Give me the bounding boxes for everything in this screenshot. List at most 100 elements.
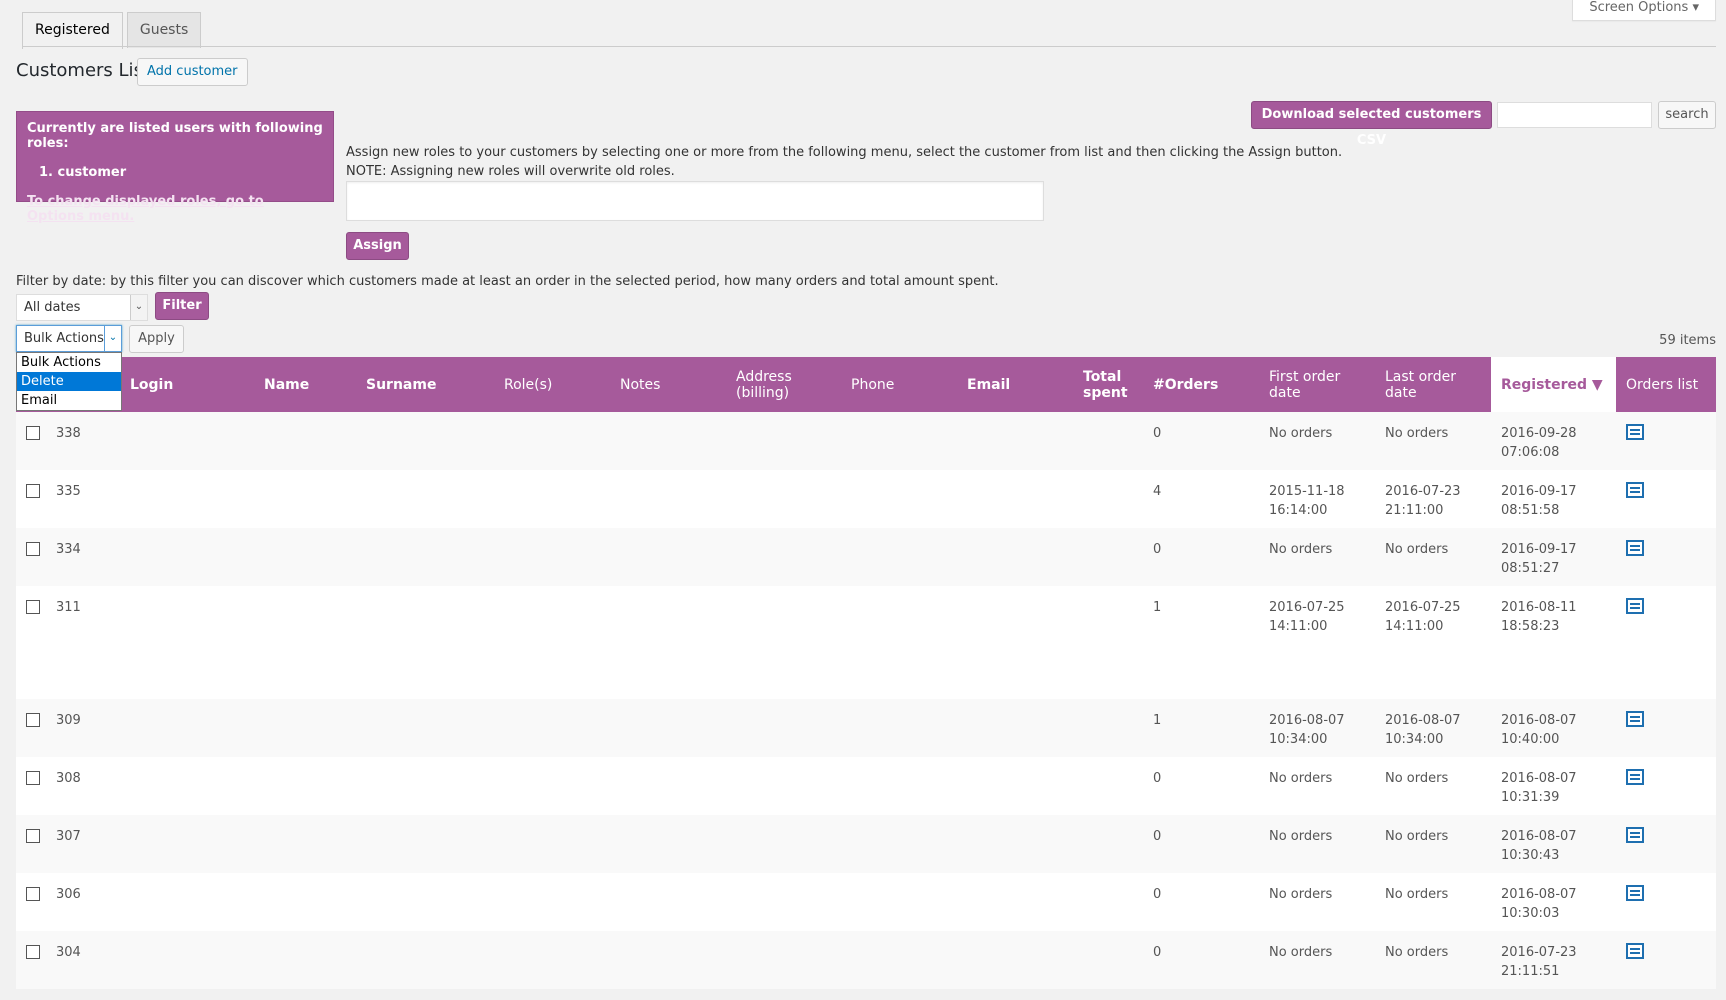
row-select: 335 xyxy=(26,484,81,502)
roles-multiselect[interactable] xyxy=(346,181,1044,221)
first-order-cell: No orders xyxy=(1259,412,1375,470)
last-order-date: No orders xyxy=(1385,542,1449,557)
column-header-email[interactable]: Email xyxy=(957,357,1073,412)
row-id: 334 xyxy=(56,542,81,557)
orders-list-cell[interactable] xyxy=(1616,470,1716,528)
total-cell xyxy=(1073,586,1143,699)
search-input[interactable] xyxy=(1497,102,1652,128)
login-cell[interactable] xyxy=(120,470,254,528)
download-csv-button[interactable]: Download selected customers CSV xyxy=(1251,101,1492,148)
screen-options-button[interactable]: Screen Options ▾ xyxy=(1572,0,1716,21)
row-checkbox[interactable] xyxy=(26,426,40,440)
surname-cell xyxy=(356,757,494,815)
row-id: 311 xyxy=(56,600,81,615)
orders-list-cell[interactable] xyxy=(1616,931,1716,989)
orders-list-cell[interactable] xyxy=(1616,815,1716,873)
search-button[interactable]: search xyxy=(1658,101,1716,129)
orders-list-icon[interactable] xyxy=(1626,827,1644,843)
roles-cell xyxy=(494,757,610,815)
orders-cell: 4 xyxy=(1143,470,1259,528)
login-cell[interactable] xyxy=(120,873,254,931)
dates-select[interactable]: All dates ⌄ xyxy=(16,294,148,321)
bulk-actions-value: Bulk Actions xyxy=(24,331,104,346)
first-order-cell: 2015-11-18 16:14:00 xyxy=(1259,470,1375,528)
roles-info-heading: Currently are listed users with followin… xyxy=(27,121,323,151)
orders-list-icon[interactable] xyxy=(1626,885,1644,901)
orders-list-icon[interactable] xyxy=(1626,540,1644,556)
row-checkbox[interactable] xyxy=(26,484,40,498)
table-row: 309 1 2016-08-07 10:34:00 2016-08-07 10:34:… xyxy=(16,699,1716,757)
row-checkbox[interactable] xyxy=(26,542,40,556)
login-cell[interactable] xyxy=(120,699,254,757)
orders-list-icon[interactable] xyxy=(1626,769,1644,785)
registered-cell: 2016-08-07 10:30:03 xyxy=(1491,873,1616,931)
login-cell[interactable] xyxy=(120,931,254,989)
login-cell[interactable] xyxy=(120,412,254,470)
tab-guests[interactable]: Guests xyxy=(126,12,202,48)
filter-button[interactable]: Filter xyxy=(155,292,209,320)
roles-cell xyxy=(494,412,610,470)
column-header-phone: Phone xyxy=(841,357,957,412)
column-header-name[interactable]: Name xyxy=(254,357,356,412)
orders-cell: 1 xyxy=(1143,586,1259,699)
tab-registered[interactable]: Registered xyxy=(22,12,123,49)
name-cell xyxy=(254,873,356,931)
column-header-total[interactable]: Total spent xyxy=(1073,357,1143,412)
orders-list-icon[interactable] xyxy=(1626,943,1644,959)
last-order-date: No orders xyxy=(1385,887,1449,902)
orders-list-icon[interactable] xyxy=(1626,711,1644,727)
login-cell[interactable] xyxy=(120,528,254,586)
row-id: 307 xyxy=(56,829,81,844)
row-checkbox[interactable] xyxy=(26,829,40,843)
surname-cell xyxy=(356,586,494,699)
total-cell xyxy=(1073,931,1143,989)
orders-list-cell[interactable] xyxy=(1616,412,1716,470)
orders-list-icon[interactable] xyxy=(1626,598,1644,614)
surname-cell xyxy=(356,873,494,931)
orders-list-icon[interactable] xyxy=(1626,482,1644,498)
first-order-date: 2016-08-07 10:34:00 xyxy=(1269,713,1345,747)
login-cell[interactable] xyxy=(120,757,254,815)
orders-cell: 0 xyxy=(1143,757,1259,815)
total-cell xyxy=(1073,699,1143,757)
registered-date: 2016-09-28 07:06:08 xyxy=(1501,426,1577,460)
orders-list-cell[interactable] xyxy=(1616,757,1716,815)
row-checkbox[interactable] xyxy=(26,600,40,614)
registered-date: 2016-09-17 08:51:58 xyxy=(1501,484,1577,518)
login-cell[interactable] xyxy=(120,586,254,699)
orders-list-cell[interactable] xyxy=(1616,873,1716,931)
bulk-actions-select[interactable]: Bulk Actions ⌄ xyxy=(16,325,122,352)
total-cell xyxy=(1073,528,1143,586)
address-cell xyxy=(726,931,841,989)
row-checkbox[interactable] xyxy=(26,887,40,901)
row-checkbox[interactable] xyxy=(26,771,40,785)
row-checkbox[interactable] xyxy=(26,945,40,959)
roles-cell xyxy=(494,586,610,699)
orders-list-cell[interactable] xyxy=(1616,528,1716,586)
orders-list-cell[interactable] xyxy=(1616,699,1716,757)
column-header-surname[interactable]: Surname xyxy=(356,357,494,412)
column-header-address: Address (billing) xyxy=(726,357,841,412)
options-menu-link[interactable]: To change displayed roles, go to Options… xyxy=(27,194,323,224)
first-order-cell: No orders xyxy=(1259,873,1375,931)
phone-cell xyxy=(841,931,957,989)
bulk-option-email[interactable]: Email xyxy=(17,391,121,410)
registered-date: 2016-08-07 10:31:39 xyxy=(1501,771,1577,805)
column-header-login[interactable]: Login xyxy=(120,357,254,412)
orders-count: 0 xyxy=(1153,887,1162,902)
add-customer-button[interactable]: Add customer xyxy=(137,58,248,86)
last-order-cell: 2016-07-25 14:11:00 xyxy=(1375,586,1491,699)
assign-button[interactable]: Assign xyxy=(346,232,409,260)
orders-list-cell[interactable] xyxy=(1616,586,1716,699)
login-cell[interactable] xyxy=(120,815,254,873)
notes-cell xyxy=(610,699,726,757)
email-cell xyxy=(957,815,1073,873)
orders-list-icon[interactable] xyxy=(1626,424,1644,440)
column-header-registered[interactable]: Registered ▼ xyxy=(1491,357,1616,412)
bulk-option-delete[interactable]: Delete xyxy=(17,372,121,391)
apply-button[interactable]: Apply xyxy=(129,325,184,353)
column-header-orders[interactable]: #Orders xyxy=(1143,357,1259,412)
row-checkbox[interactable] xyxy=(26,713,40,727)
last-order-date: No orders xyxy=(1385,945,1449,960)
bulk-option-bulk-actions[interactable]: Bulk Actions xyxy=(17,353,121,372)
